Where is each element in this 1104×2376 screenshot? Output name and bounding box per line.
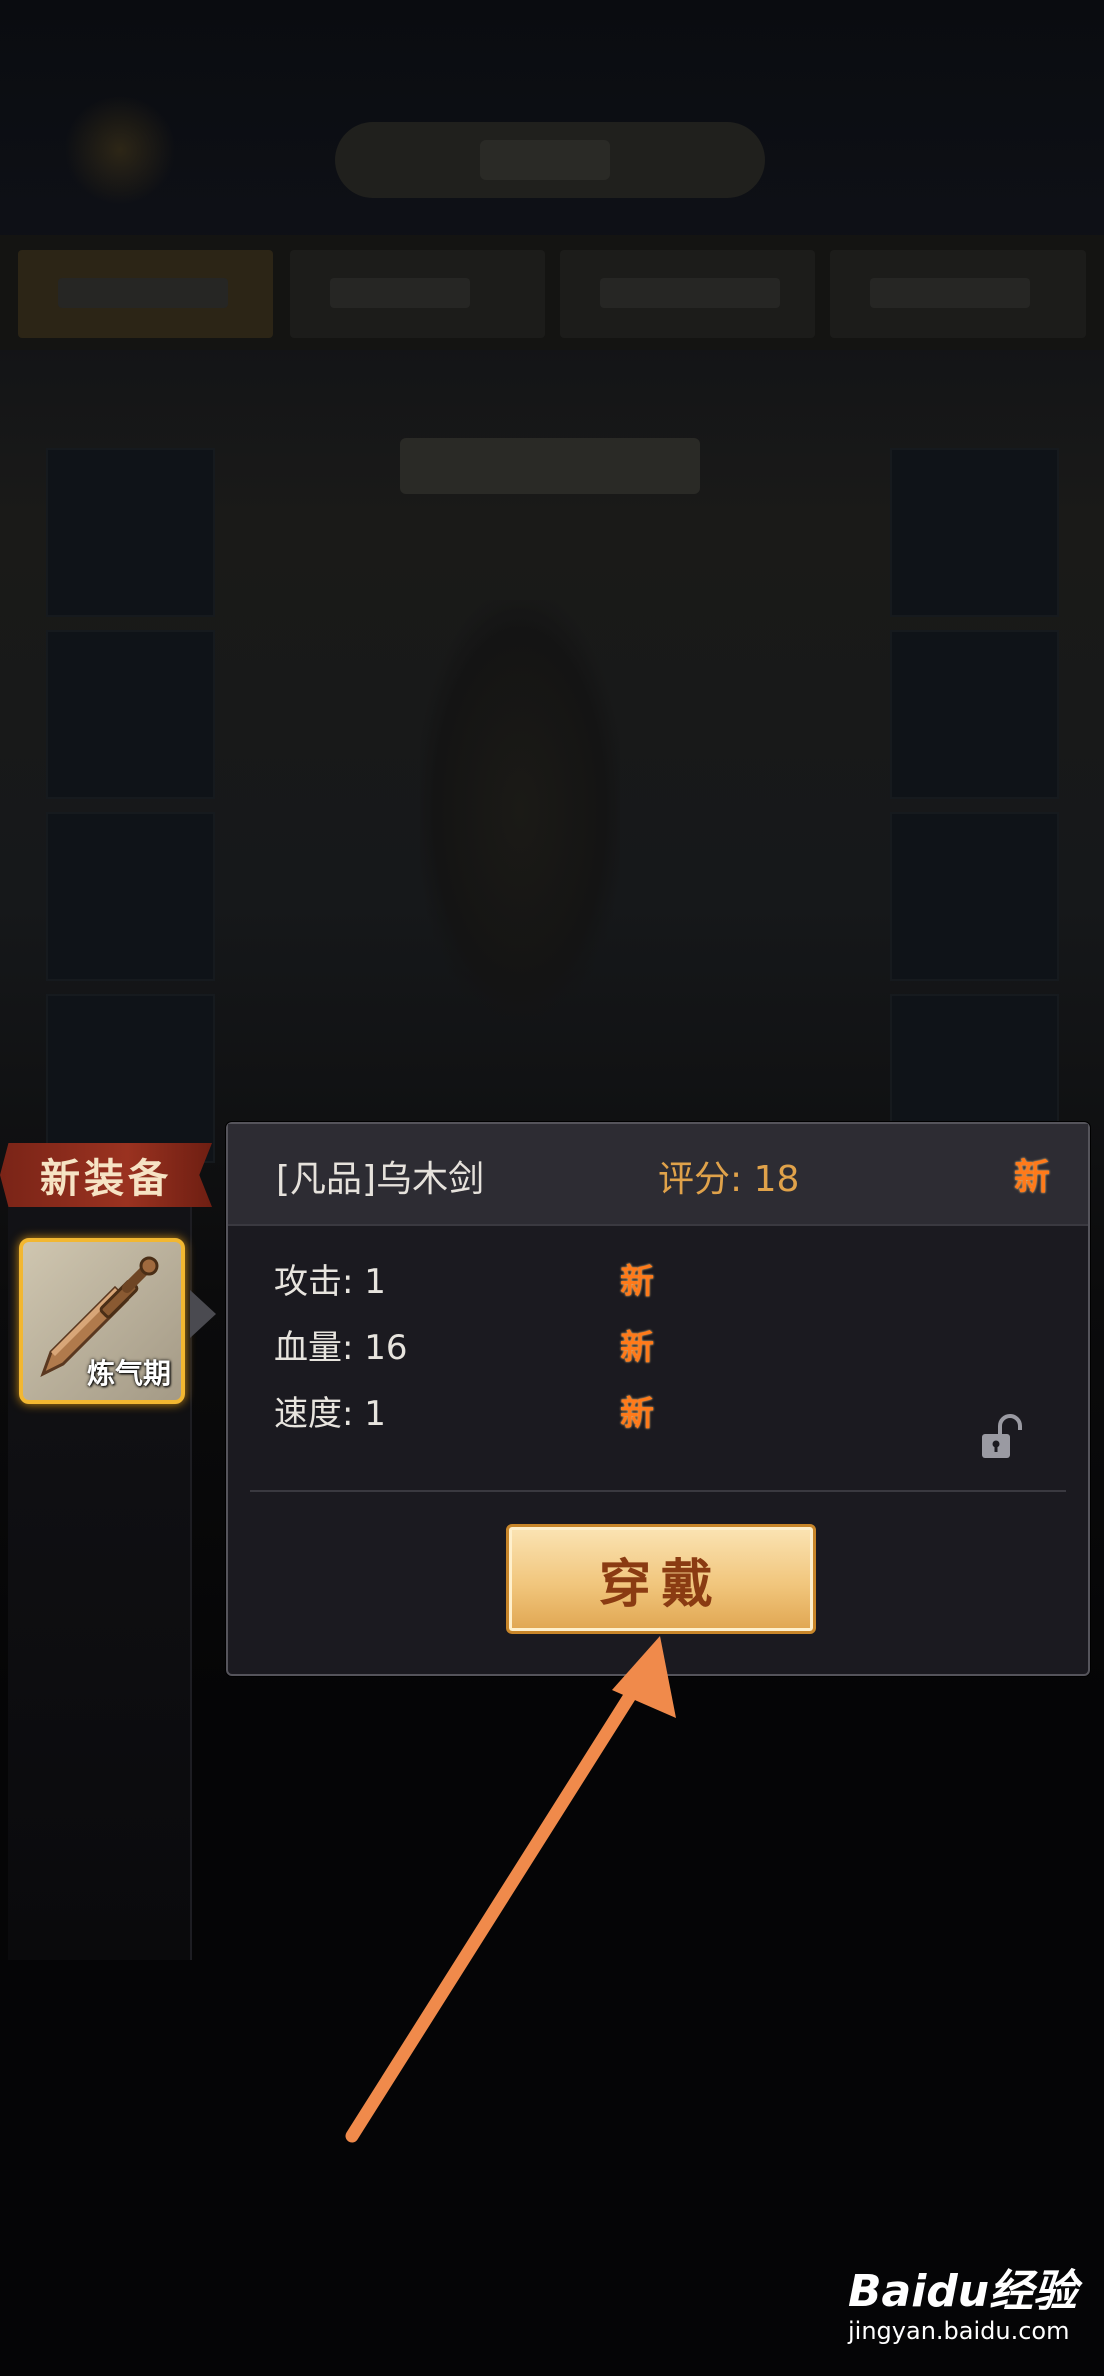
item-level-label: 炼气期 [86,1357,171,1390]
background-ornament [60,90,180,210]
background-banner [400,438,700,494]
background-tab [18,250,273,338]
stat-label: 攻击: 1 [274,1262,386,1302]
wear-button[interactable]: 穿戴 [506,1524,816,1634]
background-slot [46,630,215,799]
new-equipment-item[interactable]: 炼气期 [19,1238,185,1404]
stat-row-attack: 攻击: 1 新 [274,1254,654,1304]
background-slot [890,630,1059,799]
stat-row-hp: 血量: 16 新 [274,1320,654,1370]
unlocked-padlock-icon[interactable] [978,1414,1028,1462]
background-character [420,600,620,1020]
background-slot [46,812,215,981]
stat-new-badge: 新 [620,1394,654,1434]
baidu-watermark: Baidu经验 jingyan.baidu.com [840,2255,1080,2365]
item-score: 评分: 18 [658,1159,800,1200]
watermark-brand: Baidu经验 [848,2266,1078,2317]
background-slot [46,448,215,617]
background-tab [560,250,815,338]
new-equipment-label: 新装备 [0,1143,212,1207]
panel-divider [250,1490,1066,1492]
item-name: [凡品]乌木剑 [276,1159,485,1200]
background-slot [890,448,1059,617]
panel-header: [凡品]乌木剑 评分: 18 新 [228,1124,1088,1226]
background-tab [290,250,545,338]
stat-new-badge: 新 [620,1328,654,1368]
background-tab [830,250,1086,338]
stat-label: 速度: 1 [274,1394,386,1434]
background-slot [890,812,1059,981]
stat-new-badge: 新 [620,1262,654,1302]
background-title-text [480,140,610,180]
stat-row-speed: 速度: 1 新 [274,1386,654,1436]
background-slot [46,994,215,1163]
watermark-url: jingyan.baidu.com [848,2317,1070,2345]
new-badge: 新 [1014,1156,1051,1198]
stat-label: 血量: 16 [274,1328,408,1368]
equipment-detail-panel: [凡品]乌木剑 评分: 18 新 攻击: 1 新 血量: 16 新 速度: 1 … [226,1122,1090,1676]
panel-pointer [190,1290,216,1338]
